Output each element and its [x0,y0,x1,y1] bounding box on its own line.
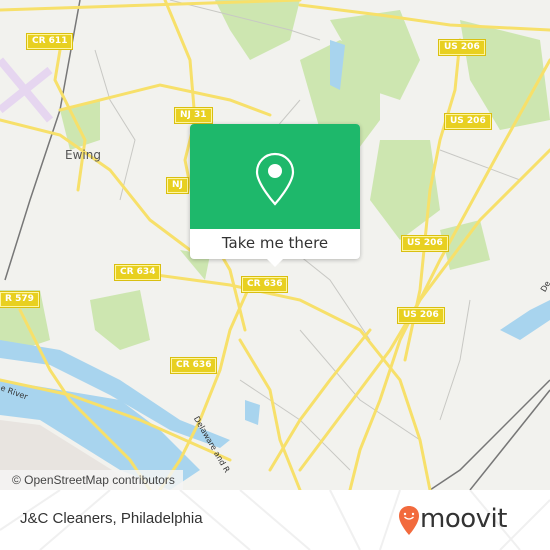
location-pin-icon [255,152,295,206]
road-shield-cr636-north: CR 636 [240,276,289,293]
road-shield-us206-south: US 206 [401,235,449,252]
moovit-wordmark: moovit [420,504,507,534]
map-view[interactable]: Ewing e River Delaware and R De CR 611 N… [0,0,550,490]
road-shield-cr636-south: CR 636 [169,357,218,374]
popup-header [190,124,360,229]
road-shield-nj31-partial: NJ [166,177,189,194]
take-me-there-button[interactable]: Take me there [190,229,360,259]
road-shield-cr634: CR 634 [113,264,162,281]
footer-bar: J&C Cleaners, Philadelphia moovit [0,490,550,550]
road-shield-cr611: CR 611 [25,33,74,50]
road-shield-cr579: R 579 [0,291,40,308]
popup-pointer [267,259,283,267]
map-attribution[interactable]: © OpenStreetMap contributors [0,470,183,490]
location-popup: Take me there [190,124,360,267]
place-label-ewing: Ewing [65,148,101,162]
airport-runways [0,57,54,123]
road-shield-us206-lower: US 206 [397,307,445,324]
moovit-pin-icon [399,506,419,535]
road-shield-us206-mid: US 206 [444,113,492,130]
road-shield-us206-north: US 206 [438,39,486,56]
place-name: J&C Cleaners, Philadelphia [20,510,203,527]
road-shield-nj31: NJ 31 [174,107,213,124]
